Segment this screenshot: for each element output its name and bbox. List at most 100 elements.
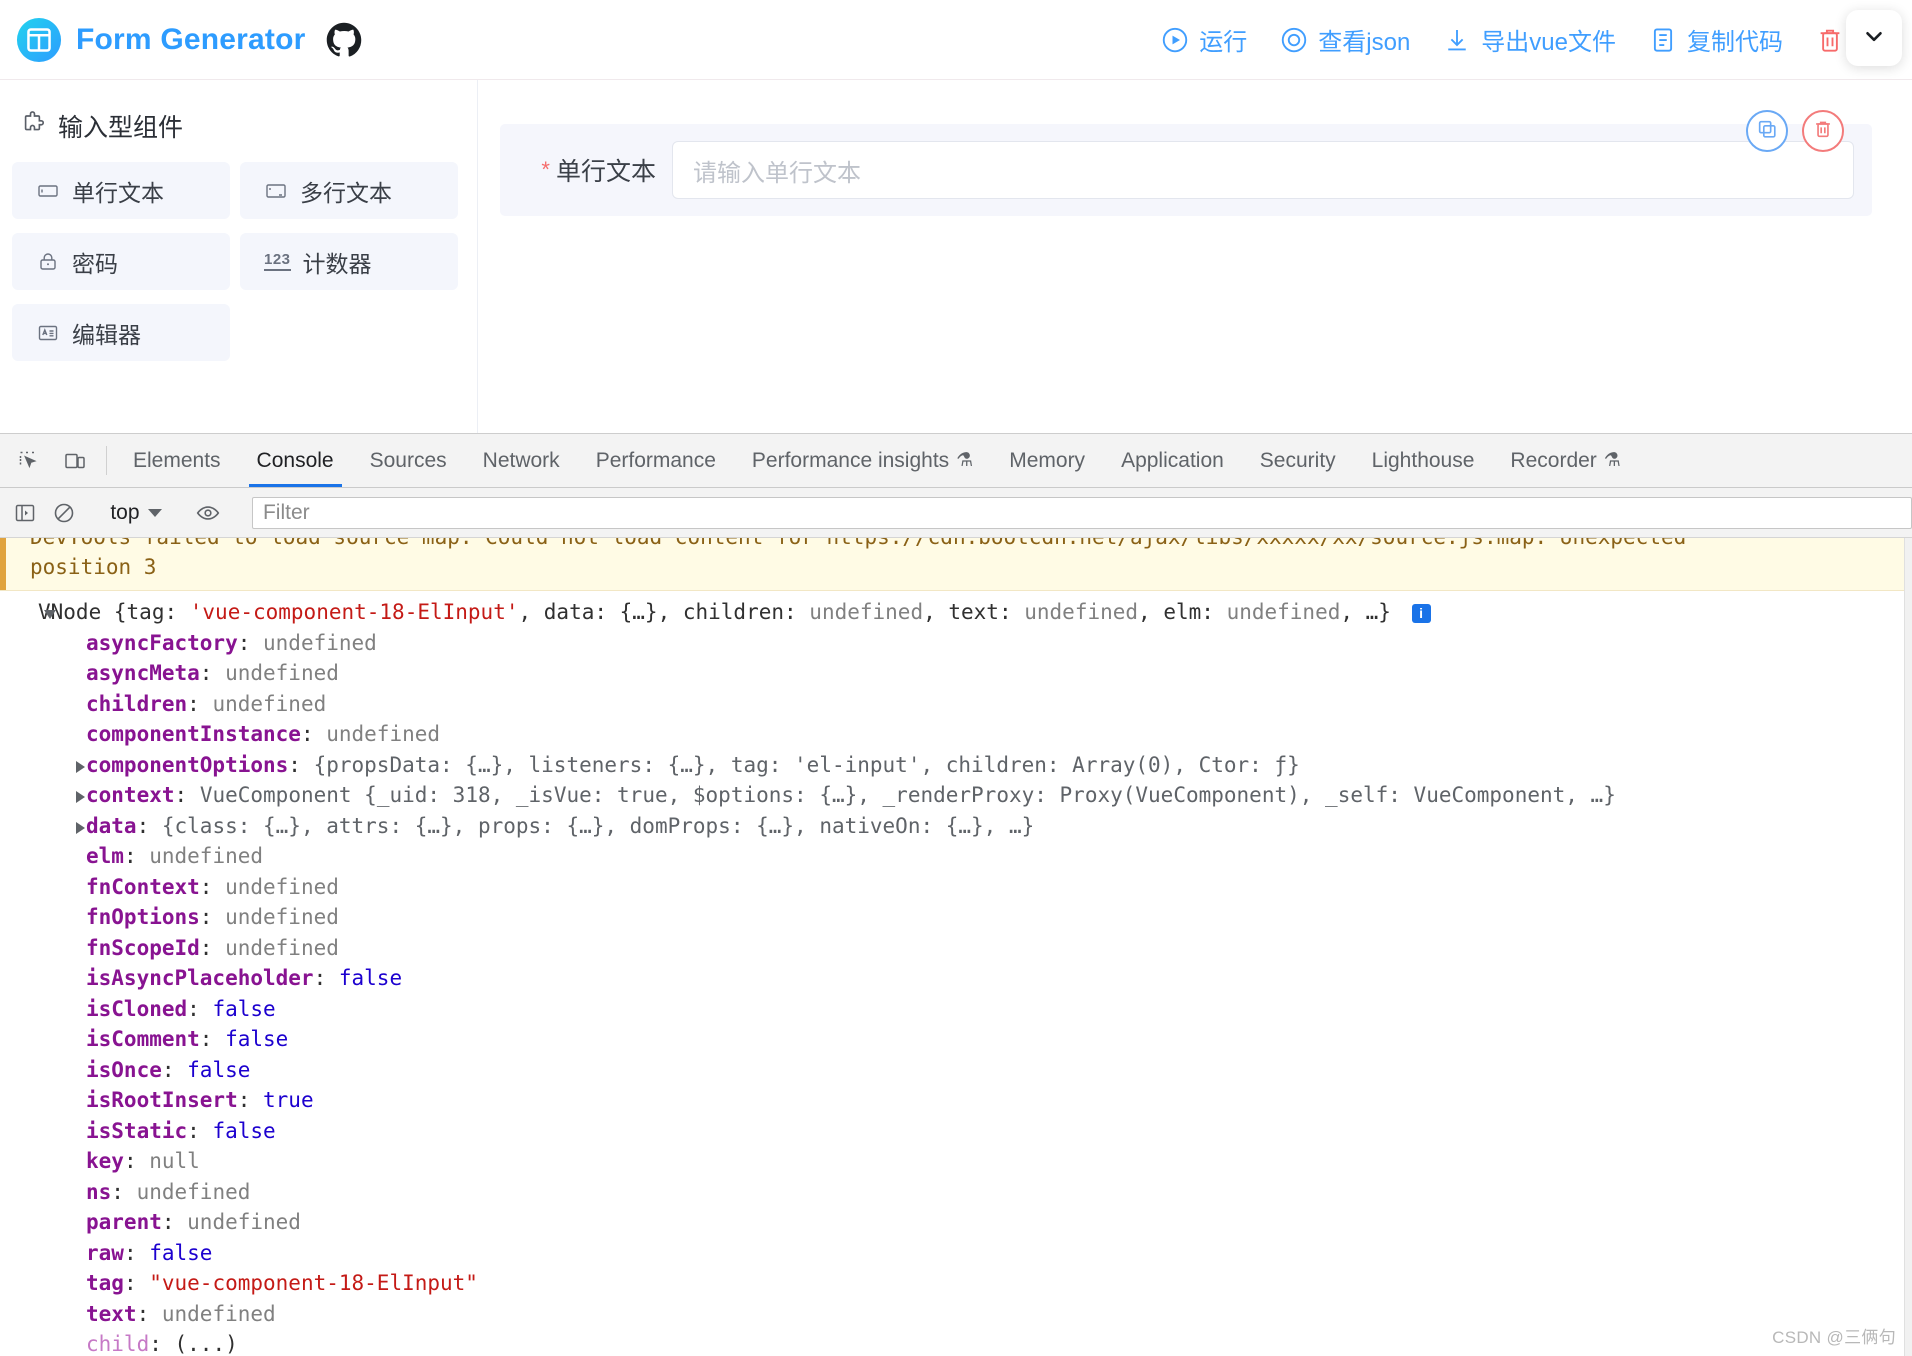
prop-key: tag [86,1271,124,1295]
prop-key: key [86,1149,124,1173]
prop-row-isRootInsert[interactable]: isRootInsert: true [0,1085,1912,1116]
prop-row-fnOptions[interactable]: fnOptions: undefined [0,902,1912,933]
play-circle-icon [1160,25,1190,55]
required-asterisk: * [541,157,550,182]
disclosure-triangle-icon[interactable] [44,610,56,619]
copy-code-button[interactable]: 复制代码 [1632,16,1799,63]
tab-lighthouse[interactable]: Lighthouse [1354,434,1493,487]
console-output: DevTools failed to load source map: Coul… [0,538,1912,1356]
disclosure-triangle-icon[interactable] [76,821,85,834]
form-canvas: * 单行文本 请输入单行文本 [478,80,1912,433]
live-expression-eye-icon[interactable] [188,500,227,526]
prop-row-raw[interactable]: raw: false [0,1238,1912,1269]
more-actions-button[interactable] [1846,10,1902,66]
prop-value: undefined [225,874,339,899]
prop-row-isComment[interactable]: isComment: false [0,1024,1912,1055]
tab-memory[interactable]: Memory [991,434,1103,487]
prop-row-asyncMeta[interactable]: asyncMeta: undefined [0,658,1912,689]
sidebar-item-label: 计数器 [302,250,372,277]
copy-icon [1756,118,1778,145]
tab-label: Elements [133,448,221,472]
console-context-selector[interactable]: top [100,501,171,525]
prop-value: false [225,1027,289,1051]
sidebar-item-counter[interactable]: 123 计数器 [240,233,458,290]
single-line-text-input[interactable]: 请输入单行文本 [672,141,1854,199]
export-vue-button[interactable]: 导出vue文件 [1426,16,1632,63]
sidebar-item-editor[interactable]: 编辑器 [12,304,230,361]
prop-value: false [338,966,403,990]
tab-elements[interactable]: Elements [115,434,239,487]
console-sidebar-icon[interactable] [6,501,45,525]
view-json-label: 查看json [1318,29,1411,56]
form-item-label: * 单行文本 [500,152,672,188]
console-filter-input[interactable]: Filter [251,496,1912,529]
prop-value: null [149,1149,200,1173]
clear-console-icon[interactable] [45,501,84,525]
tab-performance[interactable]: Performance [578,434,734,487]
copy-form-item-button[interactable] [1746,110,1788,152]
device-toolbar-icon[interactable] [52,434,98,487]
prop-row-elm[interactable]: elm: undefined [0,841,1912,872]
prop-row-text[interactable]: text: undefined [0,1299,1912,1330]
flask-icon: ⚗ [1603,450,1621,471]
prop-row-child[interactable]: child: (...) [0,1329,1912,1356]
prop-key: ns [86,1179,112,1204]
tab-performance-insights[interactable]: Performance insights ⚗ [734,434,991,487]
info-badge-icon[interactable]: i [1411,603,1431,623]
tab-network[interactable]: Network [465,434,578,487]
prop-row-parent[interactable]: parent: undefined [0,1207,1912,1238]
tab-console[interactable]: Console [239,434,352,487]
prop-row-data[interactable]: data: {class: {…}, attrs: {…}, props: {…… [0,811,1912,842]
console-toolbar: top Filter [0,488,1912,538]
inspect-element-icon[interactable] [6,434,52,487]
tab-sources[interactable]: Sources [352,434,465,487]
prop-value: (...) [174,1332,238,1356]
console-scrollbar[interactable] [1904,538,1912,1356]
prop-row-isCloned[interactable]: isCloned: false [0,994,1912,1025]
disclosure-triangle-icon[interactable] [76,760,85,773]
form-item-single-line-text[interactable]: * 单行文本 请输入单行文本 [500,110,1872,216]
sidebar-item-multi-line-text[interactable]: 多行文本 [240,162,458,219]
prop-row-asyncFactory[interactable]: asyncFactory: undefined [0,628,1912,659]
tab-application[interactable]: Application [1103,434,1242,487]
prop-row-fnScopeId[interactable]: fnScopeId: undefined [0,933,1912,964]
prop-row-componentInstance[interactable]: componentInstance: undefined [0,719,1912,750]
prop-row-isOnce[interactable]: isOnce: false [0,1055,1912,1086]
form-generator-logo-icon [16,17,62,63]
prop-key: componentInstance [86,722,301,746]
sidebar-item-single-line-text[interactable]: 单行文本 [12,162,230,219]
delete-form-item-button[interactable] [1802,110,1844,152]
sidebar-item-password[interactable]: 密码 [12,233,230,290]
app-header: Form Generator 运行 查看json 导出vue文件 复制代码 [0,0,1912,80]
chevron-down-icon [147,508,162,517]
prop-row-key[interactable]: key: null [0,1146,1912,1177]
vnode-root-row[interactable]: VNode {tag: 'vue-component-18-ElInput', … [0,597,1912,628]
number-123-icon: 123 [264,251,291,272]
delete-icon [1812,118,1834,145]
prop-row-children[interactable]: children: undefined [0,689,1912,720]
github-icon[interactable] [326,22,362,58]
tab-label: Network [482,448,560,472]
prop-row-isAsyncPlaceholder[interactable]: isAsyncPlaceholder: false [0,963,1912,994]
view-json-button[interactable]: 查看json [1263,16,1426,63]
prop-row-tag[interactable]: tag: "vue-component-18-ElInput" [0,1268,1912,1299]
prop-value: false [212,1118,276,1143]
prop-value: undefined [187,1210,301,1234]
tab-security[interactable]: Security [1242,434,1354,487]
run-button[interactable]: 运行 [1144,16,1263,63]
prop-row-fnContext[interactable]: fnContext: undefined [0,872,1912,903]
sidebar-section-title: 输入型组件 [20,108,459,144]
prop-row-ns[interactable]: ns: undefined [0,1177,1912,1208]
tab-label: Sources [369,448,447,472]
prop-key: fnContext [86,874,200,899]
prop-row-componentOptions[interactable]: componentOptions: {propsData: {…}, liste… [0,750,1912,781]
devtools-panel: Elements Console Sources Network Perform… [0,433,1912,1356]
disclosure-triangle-icon[interactable] [76,791,85,803]
devtools-tabbar: Elements Console Sources Network Perform… [0,434,1912,488]
tab-recorder[interactable]: Recorder ⚗ [1492,434,1638,487]
tab-label: Application [1121,448,1224,472]
component-grid: 单行文本 多行文本 密码 123 计数器 编辑器 [12,162,459,361]
run-label: 运行 [1199,29,1248,56]
prop-row-isStatic[interactable]: isStatic: false [0,1116,1912,1147]
prop-row-context[interactable]: context: VueComponent {_uid: 318, _isVue… [0,780,1912,811]
